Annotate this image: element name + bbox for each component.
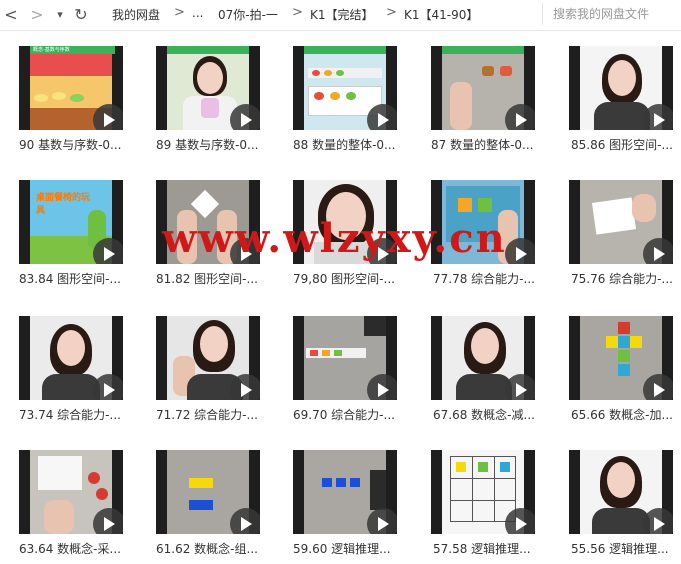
play-icon xyxy=(367,238,397,264)
breadcrumb-item-home[interactable]: 我的网盘 xyxy=(112,6,160,23)
video-thumbnail xyxy=(293,450,397,534)
play-icon xyxy=(643,104,673,130)
video-thumbnail xyxy=(431,316,535,400)
breadcrumb-item-k1-complete[interactable]: K1【完结】 xyxy=(310,6,374,23)
file-name: 85.86 图形空间-... xyxy=(571,138,673,152)
file-grid: 概念-基数与序数 90 基数与序数-0... 89 基数与序数-0... 88 … xyxy=(0,30,681,559)
video-tile[interactable]: 73.74 综合能力-... xyxy=(16,300,144,430)
video-tile[interactable]: 85.86 图形空间-... xyxy=(566,30,681,160)
file-name: 83.84 图形空间-... xyxy=(19,272,121,286)
video-thumbnail xyxy=(431,450,535,534)
video-tile[interactable]: 57.58 逻辑推理... xyxy=(428,434,556,564)
video-thumbnail: 桌面餐椅的玩具 xyxy=(19,180,123,264)
play-icon xyxy=(230,508,260,534)
file-name: 67.68 数概念-减... xyxy=(433,408,535,422)
file-name: 90 基数与序数-0... xyxy=(19,138,122,152)
video-thumbnail xyxy=(156,316,260,400)
video-thumbnail xyxy=(569,180,673,264)
video-tile[interactable]: 71.72 综合能力-... xyxy=(153,300,281,430)
forward-button[interactable]: > xyxy=(30,4,44,24)
video-thumbnail xyxy=(431,46,535,130)
play-icon xyxy=(93,238,123,264)
play-icon xyxy=(230,104,260,130)
video-tile[interactable]: 69.70 综合能力-... xyxy=(290,300,418,430)
play-icon xyxy=(230,374,260,400)
video-tile[interactable]: 桌面餐椅的玩具 83.84 图形空间-... xyxy=(16,164,144,294)
file-name: 59.60 逻辑推理... xyxy=(293,542,391,556)
file-name: 61.62 数概念-组... xyxy=(156,542,258,556)
toolbar: < > ▾ ↻ 我的网盘 > ... 07你-拍-一 > K1【完结】 > K1… xyxy=(0,0,681,31)
play-icon xyxy=(505,374,535,400)
file-name: 81.82 图形空间-... xyxy=(156,272,258,286)
play-icon xyxy=(367,104,397,130)
video-thumbnail xyxy=(293,316,397,400)
file-name: 88 数量的整体-0... xyxy=(293,138,396,152)
file-name: 79,80 图形空间-... xyxy=(293,272,395,286)
play-icon xyxy=(93,104,123,130)
play-icon xyxy=(505,104,535,130)
file-name: 89 基数与序数-0... xyxy=(156,138,259,152)
video-thumbnail xyxy=(293,46,397,130)
video-tile[interactable]: 55.56 逻辑推理... xyxy=(566,434,681,564)
play-icon xyxy=(505,508,535,534)
video-tile[interactable]: 概念-基数与序数 90 基数与序数-0... xyxy=(16,30,144,160)
file-name: 77.78 综合能力-... xyxy=(433,272,535,286)
breadcrumb-separator: > xyxy=(386,5,397,20)
file-name: 55.56 逻辑推理... xyxy=(571,542,669,556)
video-tile[interactable]: 61.62 数概念-组... xyxy=(153,434,281,564)
breadcrumb-separator: > xyxy=(174,5,185,20)
play-icon xyxy=(367,374,397,400)
breadcrumb-item-folder-07[interactable]: 07你-拍-一 xyxy=(218,6,278,23)
video-thumbnail xyxy=(569,46,673,130)
video-tile[interactable]: 88 数量的整体-0... xyxy=(290,30,418,160)
video-tile[interactable]: 77.78 综合能力-... xyxy=(428,164,556,294)
file-name: 73.74 综合能力-... xyxy=(19,408,121,422)
video-thumbnail xyxy=(156,450,260,534)
file-name: 87 数量的整体-0... xyxy=(431,138,534,152)
video-thumbnail xyxy=(569,316,673,400)
play-icon xyxy=(643,374,673,400)
video-thumbnail xyxy=(293,180,397,264)
video-tile[interactable]: 79,80 图形空间-... xyxy=(290,164,418,294)
back-button[interactable]: < xyxy=(4,4,18,24)
file-name: 75.76 综合能力-... xyxy=(571,272,673,286)
file-name: 63.64 数概念-采... xyxy=(19,542,121,556)
video-thumbnail xyxy=(569,450,673,534)
file-name: 71.72 综合能力-... xyxy=(156,408,258,422)
play-icon xyxy=(643,508,673,534)
video-tile[interactable]: 87 数量的整体-0... xyxy=(428,30,556,160)
thumb-title: 桌面餐椅的玩具 xyxy=(36,193,91,216)
breadcrumb-separator: > xyxy=(292,5,303,20)
play-icon xyxy=(93,374,123,400)
play-icon xyxy=(230,238,260,264)
video-tile[interactable]: 75.76 综合能力-... xyxy=(566,164,681,294)
search-input[interactable]: 搜索我的网盘文件 xyxy=(542,3,680,25)
video-thumbnail: 概念-基数与序数 xyxy=(19,46,123,130)
play-icon xyxy=(93,508,123,534)
breadcrumb-item-k1-41-90[interactable]: K1【41-90】 xyxy=(404,6,478,23)
video-thumbnail xyxy=(19,316,123,400)
file-name: 65.66 数概念-加... xyxy=(571,408,673,422)
history-dropdown-button[interactable]: ▾ xyxy=(54,4,66,24)
video-tile[interactable]: 59.60 逻辑推理... xyxy=(290,434,418,564)
play-icon xyxy=(367,508,397,534)
video-thumbnail xyxy=(156,180,260,264)
file-name: 57.58 逻辑推理... xyxy=(433,542,531,556)
play-icon xyxy=(505,238,535,264)
video-tile[interactable]: 67.68 数概念-减... xyxy=(428,300,556,430)
breadcrumb-item-ellipsis[interactable]: ... xyxy=(192,6,203,20)
video-thumbnail xyxy=(156,46,260,130)
video-thumbnail xyxy=(431,180,535,264)
video-tile[interactable]: 81.82 图形空间-... xyxy=(153,164,281,294)
video-tile[interactable]: 89 基数与序数-0... xyxy=(153,30,281,160)
file-name: 69.70 综合能力-... xyxy=(293,408,395,422)
video-tile[interactable]: 63.64 数概念-采... xyxy=(16,434,144,564)
play-icon xyxy=(643,238,673,264)
video-thumbnail xyxy=(19,450,123,534)
refresh-button[interactable]: ↻ xyxy=(72,4,90,24)
thumb-header: 概念-基数与序数 xyxy=(30,46,115,54)
video-tile[interactable]: 65.66 数概念-加... xyxy=(566,300,681,430)
